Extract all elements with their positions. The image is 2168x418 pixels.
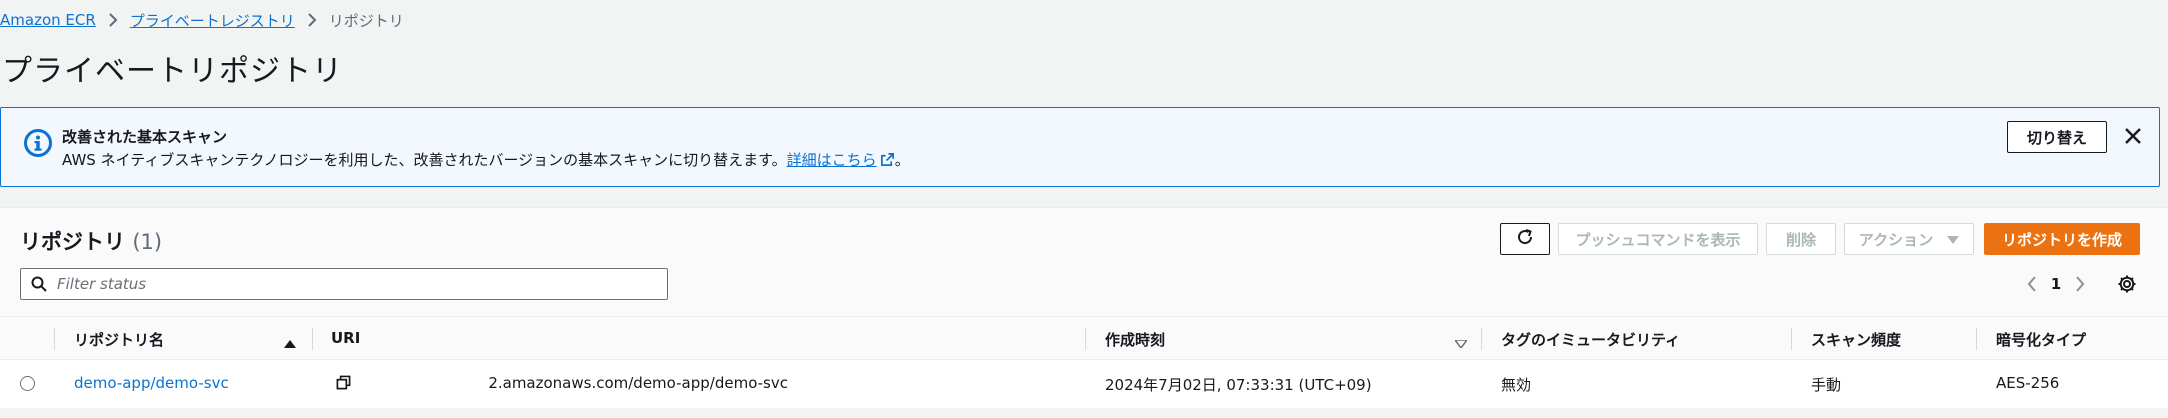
repository-count: (1)	[132, 230, 163, 254]
column-header-encryption[interactable]: 暗号化タイプ	[1996, 329, 2086, 350]
column-header-name[interactable]: リポジトリ名	[74, 329, 164, 350]
uri-text: ecr.us-east-2.amazonaws.com/demo-app/dem…	[488, 374, 788, 392]
table-row: demo-app/demo-svc ecr.us-east-2.amazonaw…	[0, 360, 2168, 408]
created-cell: 2024年7月02日, 07:33:31 (UTC+09)	[1105, 376, 1372, 394]
refresh-icon	[1516, 228, 1534, 250]
create-repository-button[interactable]: リポジトリを作成	[1984, 223, 2140, 255]
actions-dropdown[interactable]: アクション	[1844, 223, 1974, 255]
delete-button[interactable]: 削除	[1766, 223, 1836, 255]
breadcrumb-amazon-ecr[interactable]: Amazon ECR	[0, 11, 96, 29]
column-header-uri[interactable]: URI	[331, 329, 360, 347]
repository-name-cell: demo-app/demo-svc	[74, 374, 229, 392]
chevron-left-icon[interactable]	[2020, 276, 2044, 292]
row-select-radio[interactable]	[20, 376, 35, 391]
banner-text: AWS ネイティブスキャンテクノロジーを利用した、改善されたバージョンの基本スキ…	[62, 149, 910, 171]
immutability-cell: 無効	[1501, 376, 1532, 394]
scan-frequency-cell: 手動	[1811, 376, 1842, 394]
repository-link[interactable]: demo-app/demo-svc	[74, 374, 229, 392]
page-number[interactable]: 1	[2044, 275, 2068, 293]
column-header-immutability[interactable]: タグのイミュータビリティ	[1501, 329, 1680, 350]
breadcrumb-private-registry[interactable]: プライベートレジストリ	[130, 10, 295, 31]
info-icon	[23, 128, 53, 158]
learn-more-link[interactable]: 詳細はこちら	[787, 151, 877, 169]
breadcrumb: Amazon ECR プライベートレジストリ リポジトリ	[0, 8, 404, 32]
banner-message: AWS ネイティブスキャンテクノロジーを利用した、改善されたバージョンの基本スキ…	[62, 151, 787, 169]
panel-title-text: リポジトリ	[20, 230, 125, 254]
caret-down-icon	[1947, 230, 1960, 248]
search-icon	[31, 276, 47, 292]
banner-suffix: 。	[894, 151, 910, 169]
filter-field[interactable]	[20, 268, 668, 300]
gear-icon[interactable]	[2114, 271, 2140, 297]
info-banner: 改善された基本スキャン AWS ネイティブスキャンテクノロジーを利用した、改善さ…	[0, 107, 2160, 187]
breadcrumb-current: リポジトリ	[328, 11, 404, 30]
close-icon[interactable]	[2121, 124, 2145, 148]
repositories-panel: リポジトリ (1) プッシュコマンドを表示 削除 アクション リポジトリを作成 …	[0, 207, 2168, 408]
column-header-created[interactable]: 作成時刻	[1105, 329, 1165, 350]
table-header: リポジトリ名 URI 作成時刻 タグのイミュータビリティ スキャン頻度 暗号化タ…	[0, 316, 2168, 360]
external-link-icon[interactable]	[880, 152, 895, 171]
chevron-right-icon	[108, 13, 118, 27]
encryption-cell: AES-256	[1996, 374, 2060, 392]
sort-ascending-icon[interactable]	[284, 333, 296, 352]
switch-button[interactable]: 切り替え	[2007, 121, 2107, 153]
filter-input[interactable]	[57, 275, 667, 293]
chevron-right-icon	[307, 13, 317, 27]
pagination: 1	[2020, 272, 2092, 296]
view-push-commands-button[interactable]: プッシュコマンドを表示	[1558, 223, 1758, 255]
actions-label: アクション	[1858, 230, 1934, 249]
chevron-right-icon[interactable]	[2068, 276, 2092, 292]
refresh-button[interactable]	[1500, 223, 1550, 255]
panel-title: リポジトリ (1)	[20, 226, 162, 256]
copy-icon[interactable]	[336, 375, 351, 394]
uri-cell: ecr.us-east-2.amazonaws.com/demo-app/dem…	[488, 374, 788, 392]
page-title: プライベートリポジトリ	[2, 54, 343, 89]
column-header-scan-frequency[interactable]: スキャン頻度	[1811, 329, 1901, 350]
sort-descending-icon[interactable]	[1453, 333, 1469, 352]
banner-title: 改善された基本スキャン	[62, 128, 228, 146]
